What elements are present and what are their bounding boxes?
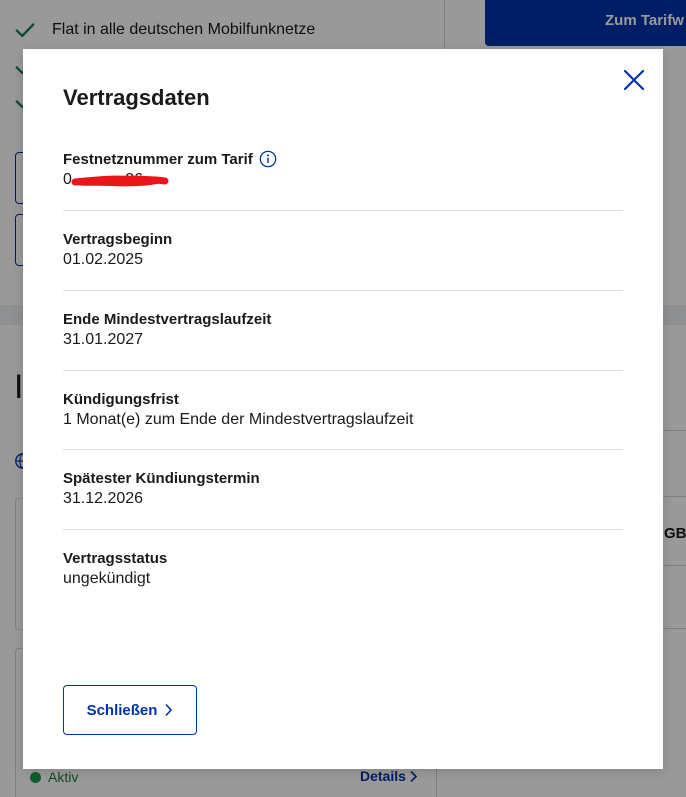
contract-data-dialog: Vertragsdaten Festnetznummer zum Tarif 0… (23, 49, 663, 769)
close-dialog-button[interactable]: Schließen (63, 685, 197, 735)
field-contract-start: Vertragsbeginn 01.02.2025 (63, 229, 623, 272)
field-minimum-term-end: Ende Mindestvertragslaufzeit 31.01.2027 (63, 309, 623, 352)
field-label: Kündigungsfrist (63, 390, 179, 408)
info-icon[interactable] (259, 150, 277, 168)
field-value: 01.02.2025 (63, 251, 144, 268)
field-label: Spätester Kündiungstermin (63, 469, 260, 487)
field-notice-period: Kündigungsfrist 1 Monat(e) zum Ende der … (63, 389, 623, 432)
redaction-mark (71, 175, 169, 187)
field-divider (63, 210, 623, 211)
field-landline-number: Festnetznummer zum Tarif 0 26 (63, 149, 623, 192)
close-icon[interactable] (621, 67, 647, 93)
field-label: Vertragsbeginn (63, 230, 173, 248)
field-divider (63, 290, 623, 291)
field-label: Ende Mindestvertragslaufzeit (63, 310, 272, 328)
field-divider (63, 529, 623, 530)
field-contract-status: Vertragsstatus ungekündigt (63, 548, 623, 591)
field-value: 1 Monat(e) zum Ende der Mindestvertragsl… (63, 411, 414, 428)
field-value: 0 26 (63, 171, 623, 192)
close-button-label: Schließen (86, 701, 158, 719)
chevron-right-icon (165, 703, 173, 717)
field-value: 31.12.2026 (63, 490, 144, 507)
field-value: ungekündigt (63, 570, 151, 587)
dialog-title: Vertragsdaten (63, 85, 210, 110)
field-latest-cancellation-date: Spätester Kündiungstermin 31.12.2026 (63, 468, 623, 511)
field-label: Festnetznummer zum Tarif (63, 149, 623, 169)
field-value: 31.01.2027 (63, 331, 144, 348)
field-label: Vertragsstatus (63, 549, 168, 567)
field-divider (63, 370, 623, 371)
field-divider (63, 449, 623, 450)
field-label-text: Festnetznummer zum Tarif (63, 150, 253, 168)
